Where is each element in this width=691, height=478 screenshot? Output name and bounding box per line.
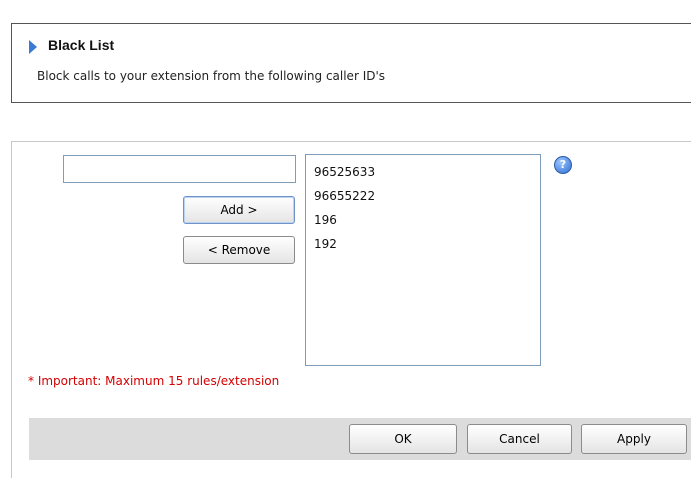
caller-id-input[interactable] [63, 155, 296, 183]
cancel-button[interactable]: Cancel [467, 424, 572, 454]
triangle-right-icon [29, 40, 37, 54]
help-icon[interactable]: ? [554, 156, 572, 174]
page-description: Block calls to your extension from the f… [37, 69, 386, 83]
add-button[interactable]: Add > [183, 196, 295, 224]
ok-button[interactable]: OK [349, 424, 457, 454]
remove-button[interactable]: < Remove [183, 236, 295, 264]
list-item[interactable]: 192 [306, 232, 540, 256]
apply-button[interactable]: Apply [581, 424, 687, 454]
page-title: Black List [48, 37, 115, 53]
blocked-caller-list[interactable]: 96525633 96655222 196 192 [305, 154, 541, 366]
blacklist-header: Black List Block calls to your extension… [11, 23, 691, 103]
important-note: * Important: Maximum 15 rules/extension [28, 374, 280, 388]
list-item[interactable]: 96525633 [306, 160, 540, 184]
list-item[interactable]: 196 [306, 208, 540, 232]
list-item[interactable]: 96655222 [306, 184, 540, 208]
